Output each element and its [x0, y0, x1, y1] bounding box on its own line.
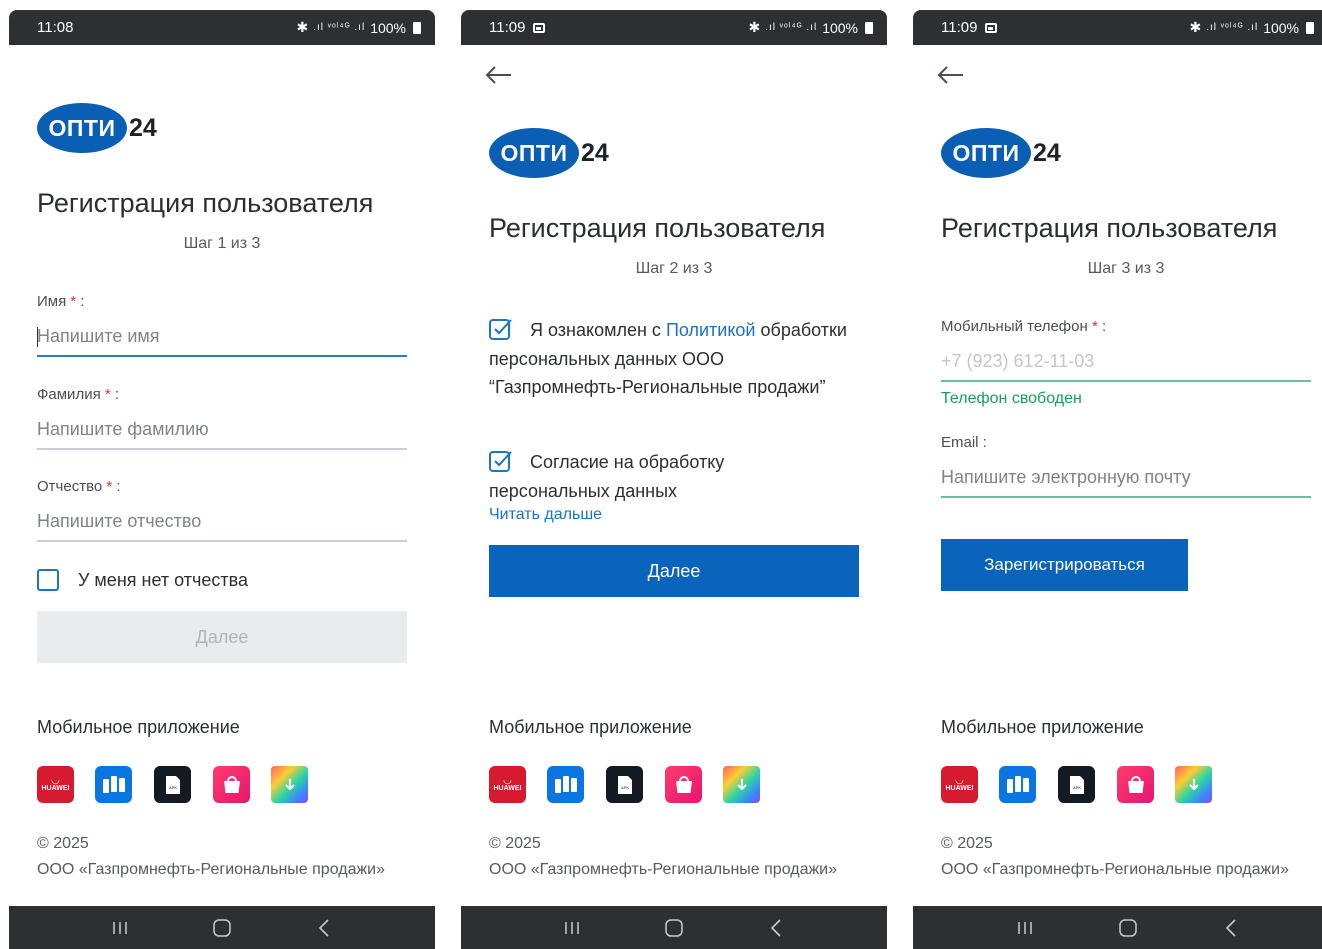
- battery-icon: [413, 21, 421, 34]
- rustore-icon[interactable]: [95, 766, 132, 803]
- svg-text:APK: APK: [1072, 785, 1080, 790]
- recent-apps-icon[interactable]: [1005, 913, 1045, 943]
- bluetooth-icon: ✱: [296, 19, 309, 35]
- copyright: © 2025: [489, 835, 541, 852]
- battery-icon: [1306, 21, 1314, 34]
- battery-icon: [865, 21, 873, 34]
- no-patronymic-label: У меня нет отчества: [78, 570, 248, 590]
- app-market-icon[interactable]: [271, 766, 308, 803]
- status-bar: 11:08 ✱ .ıl ᵛᵒˡ⁴ᴳ .ıl 100%: [9, 10, 435, 45]
- policy-link[interactable]: Политикой: [666, 320, 756, 340]
- status-time: 11:09: [489, 19, 526, 36]
- apk-download-icon[interactable]: APK: [606, 766, 643, 803]
- screen-step-2: 11:09 ✱ .ıl ᵛᵒˡ⁴ᴳ .ıl 100% ОПТИ 24 Регис…: [461, 10, 887, 949]
- app-market-icon[interactable]: [723, 766, 760, 803]
- page-title: Регистрация пользователя: [941, 213, 1278, 243]
- page-title: Регистрация пользователя: [37, 188, 374, 218]
- no-patronymic-checkbox[interactable]: [37, 569, 59, 591]
- opti24-logo: ОПТИ 24: [37, 103, 157, 153]
- back-arrow-icon[interactable]: [935, 63, 967, 87]
- android-nav-bar: [461, 906, 887, 949]
- phone-input[interactable]: [941, 342, 1311, 382]
- phone-status: Телефон свободен: [941, 390, 1082, 407]
- recent-apps-icon[interactable]: [552, 913, 592, 943]
- bluetooth-icon: ✱: [1189, 19, 1202, 35]
- copyright: © 2025: [37, 835, 89, 852]
- company-name: ООО «Газпромнефть-Региональные продажи»: [941, 861, 1290, 878]
- status-time: 11:08: [37, 19, 74, 36]
- read-more-link[interactable]: Читать дальше: [489, 506, 602, 524]
- svg-text:APK: APK: [168, 785, 176, 790]
- galaxy-store-icon[interactable]: [665, 766, 702, 803]
- bluetooth-icon: ✱: [748, 19, 761, 35]
- company-name: ООО «Газпромнефть-Региональные продажи»: [37, 861, 386, 878]
- copyright: © 2025: [941, 835, 993, 852]
- last-name-input[interactable]: [37, 410, 407, 450]
- rustore-icon[interactable]: [547, 766, 584, 803]
- galaxy-store-icon[interactable]: [213, 766, 250, 803]
- home-icon[interactable]: [654, 913, 694, 943]
- galaxy-store-icon[interactable]: [1117, 766, 1154, 803]
- back-icon[interactable]: [756, 913, 796, 943]
- screen-step-3: 11:09 ✱ .ıl ᵛᵒˡ⁴ᴳ .ıl 100% ОПТИ 24 Регис…: [913, 10, 1322, 949]
- first-name-input[interactable]: [37, 317, 407, 357]
- last-name-label: Фамилия * :: [37, 386, 120, 403]
- huawei-appgallery-icon[interactable]: ◡ HUAWEI: [489, 766, 526, 803]
- consent-text: Согласие на обработку персональных данных: [489, 452, 725, 501]
- app-market-icon[interactable]: [1175, 766, 1212, 803]
- signal-icon: .ıl ᵛᵒˡ⁴ᴳ .ıl: [1206, 22, 1259, 33]
- status-time: 11:09: [941, 19, 978, 36]
- back-icon[interactable]: [304, 913, 344, 943]
- battery-level: 100%: [822, 19, 858, 36]
- opti24-logo: ОПТИ 24: [941, 128, 1061, 178]
- android-nav-bar: [9, 906, 435, 949]
- mobile-app-title: Мобильное приложение: [941, 717, 1144, 737]
- mobile-app-title: Мобильное приложение: [37, 717, 240, 737]
- back-arrow-icon[interactable]: [483, 63, 515, 87]
- patronymic-label: Отчество * :: [37, 478, 121, 495]
- policy-text: Я ознакомлен с Политикой обработки персо…: [489, 320, 847, 397]
- android-nav-bar: [913, 906, 1322, 949]
- apk-download-icon[interactable]: APK: [154, 766, 191, 803]
- huawei-appgallery-icon[interactable]: ◡ HUAWEI: [37, 766, 74, 803]
- status-bar: 11:09 ✱ .ıl ᵛᵒˡ⁴ᴳ .ıl 100%: [461, 10, 887, 45]
- home-icon[interactable]: [202, 913, 242, 943]
- huawei-appgallery-icon[interactable]: ◡ HUAWEI: [941, 766, 978, 803]
- battery-level: 100%: [1263, 19, 1299, 36]
- email-input[interactable]: [941, 458, 1311, 498]
- first-name-label: Имя * :: [37, 293, 85, 310]
- signal-icon: .ıl ᵛᵒˡ⁴ᴳ .ıl: [313, 22, 366, 33]
- back-icon[interactable]: [1211, 913, 1251, 943]
- apk-download-icon[interactable]: APK: [1058, 766, 1095, 803]
- opti24-logo: ОПТИ 24: [489, 128, 609, 178]
- phone-label: Мобильный телефон * :: [941, 318, 1107, 335]
- page-title: Регистрация пользователя: [489, 213, 826, 243]
- image-notification-icon: [533, 22, 546, 33]
- company-name: ООО «Газпромнефть-Региональные продажи»: [489, 861, 838, 878]
- svg-text:APK: APK: [620, 785, 628, 790]
- status-bar: 11:09 ✱ .ıl ᵛᵒˡ⁴ᴳ .ıl 100%: [913, 10, 1322, 45]
- email-label: Email :: [941, 434, 987, 451]
- signal-icon: .ıl ᵛᵒˡ⁴ᴳ .ıl: [765, 22, 818, 33]
- image-notification-icon: [985, 22, 998, 33]
- rustore-icon[interactable]: [999, 766, 1036, 803]
- step-indicator: Шаг 1 из 3: [183, 235, 261, 252]
- home-icon[interactable]: [1108, 913, 1148, 943]
- step-indicator: Шаг 2 из 3: [635, 260, 713, 277]
- step-indicator: Шаг 3 из 3: [1087, 260, 1165, 277]
- battery-level: 100%: [370, 19, 406, 36]
- screen-step-1: 11:08 ✱ .ıl ᵛᵒˡ⁴ᴳ .ıl 100% ОПТИ 24 Регис…: [9, 10, 435, 949]
- next-button[interactable]: Далее: [489, 545, 859, 597]
- patronymic-input[interactable]: [37, 502, 407, 542]
- register-button[interactable]: Зарегистрироваться: [941, 539, 1188, 591]
- next-button[interactable]: Далее: [37, 611, 407, 663]
- mobile-app-title: Мобильное приложение: [489, 717, 692, 737]
- text-caret: [37, 327, 38, 347]
- recent-apps-icon[interactable]: [100, 913, 140, 943]
